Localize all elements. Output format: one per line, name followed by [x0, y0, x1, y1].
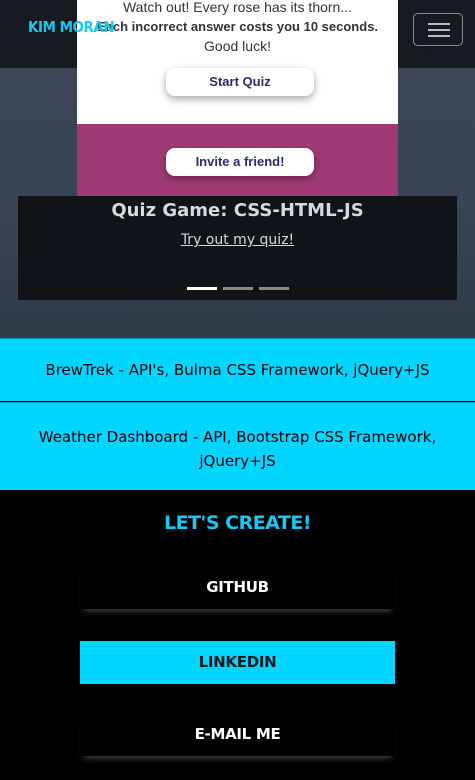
navbar: KIM MORAN — [0, 0, 475, 68]
carousel-caption: Quiz Game: CSS-HTML-JS Try out my quiz! — [18, 196, 457, 300]
project-link-weather-dashboard[interactable]: Weather Dashboard - API, Bootstrap CSS F… — [0, 402, 475, 490]
slide-invite-panel: Invite a friend! — [77, 124, 398, 196]
brand-logo[interactable]: KIM MORAN — [28, 18, 115, 36]
project-link-brewtrek[interactable]: BrewTrek - API's, Bulma CSS Framework, j… — [0, 338, 475, 401]
carousel-indicator-3[interactable] — [259, 287, 289, 290]
quiz-link[interactable]: Try out my quiz! — [18, 232, 457, 248]
carousel-indicator-1[interactable] — [187, 287, 217, 290]
caption-title: Quiz Game: CSS-HTML-JS — [111, 200, 364, 221]
navbar-toggler-button[interactable] — [413, 13, 463, 46]
invite-friend-button: Invite a friend! — [166, 148, 314, 176]
create-section-title: LET'S CREATE! — [163, 512, 312, 534]
hamburger-icon — [428, 35, 450, 37]
hamburger-icon — [428, 23, 450, 25]
linkedin-button[interactable]: LINKEDIN — [80, 641, 395, 684]
github-button[interactable]: GITHUB — [80, 566, 395, 609]
start-quiz-button: Start Quiz — [166, 68, 314, 96]
carousel-indicator-2[interactable] — [223, 287, 253, 290]
hamburger-icon — [428, 29, 450, 31]
email-button[interactable]: E-MAIL ME — [80, 713, 395, 756]
